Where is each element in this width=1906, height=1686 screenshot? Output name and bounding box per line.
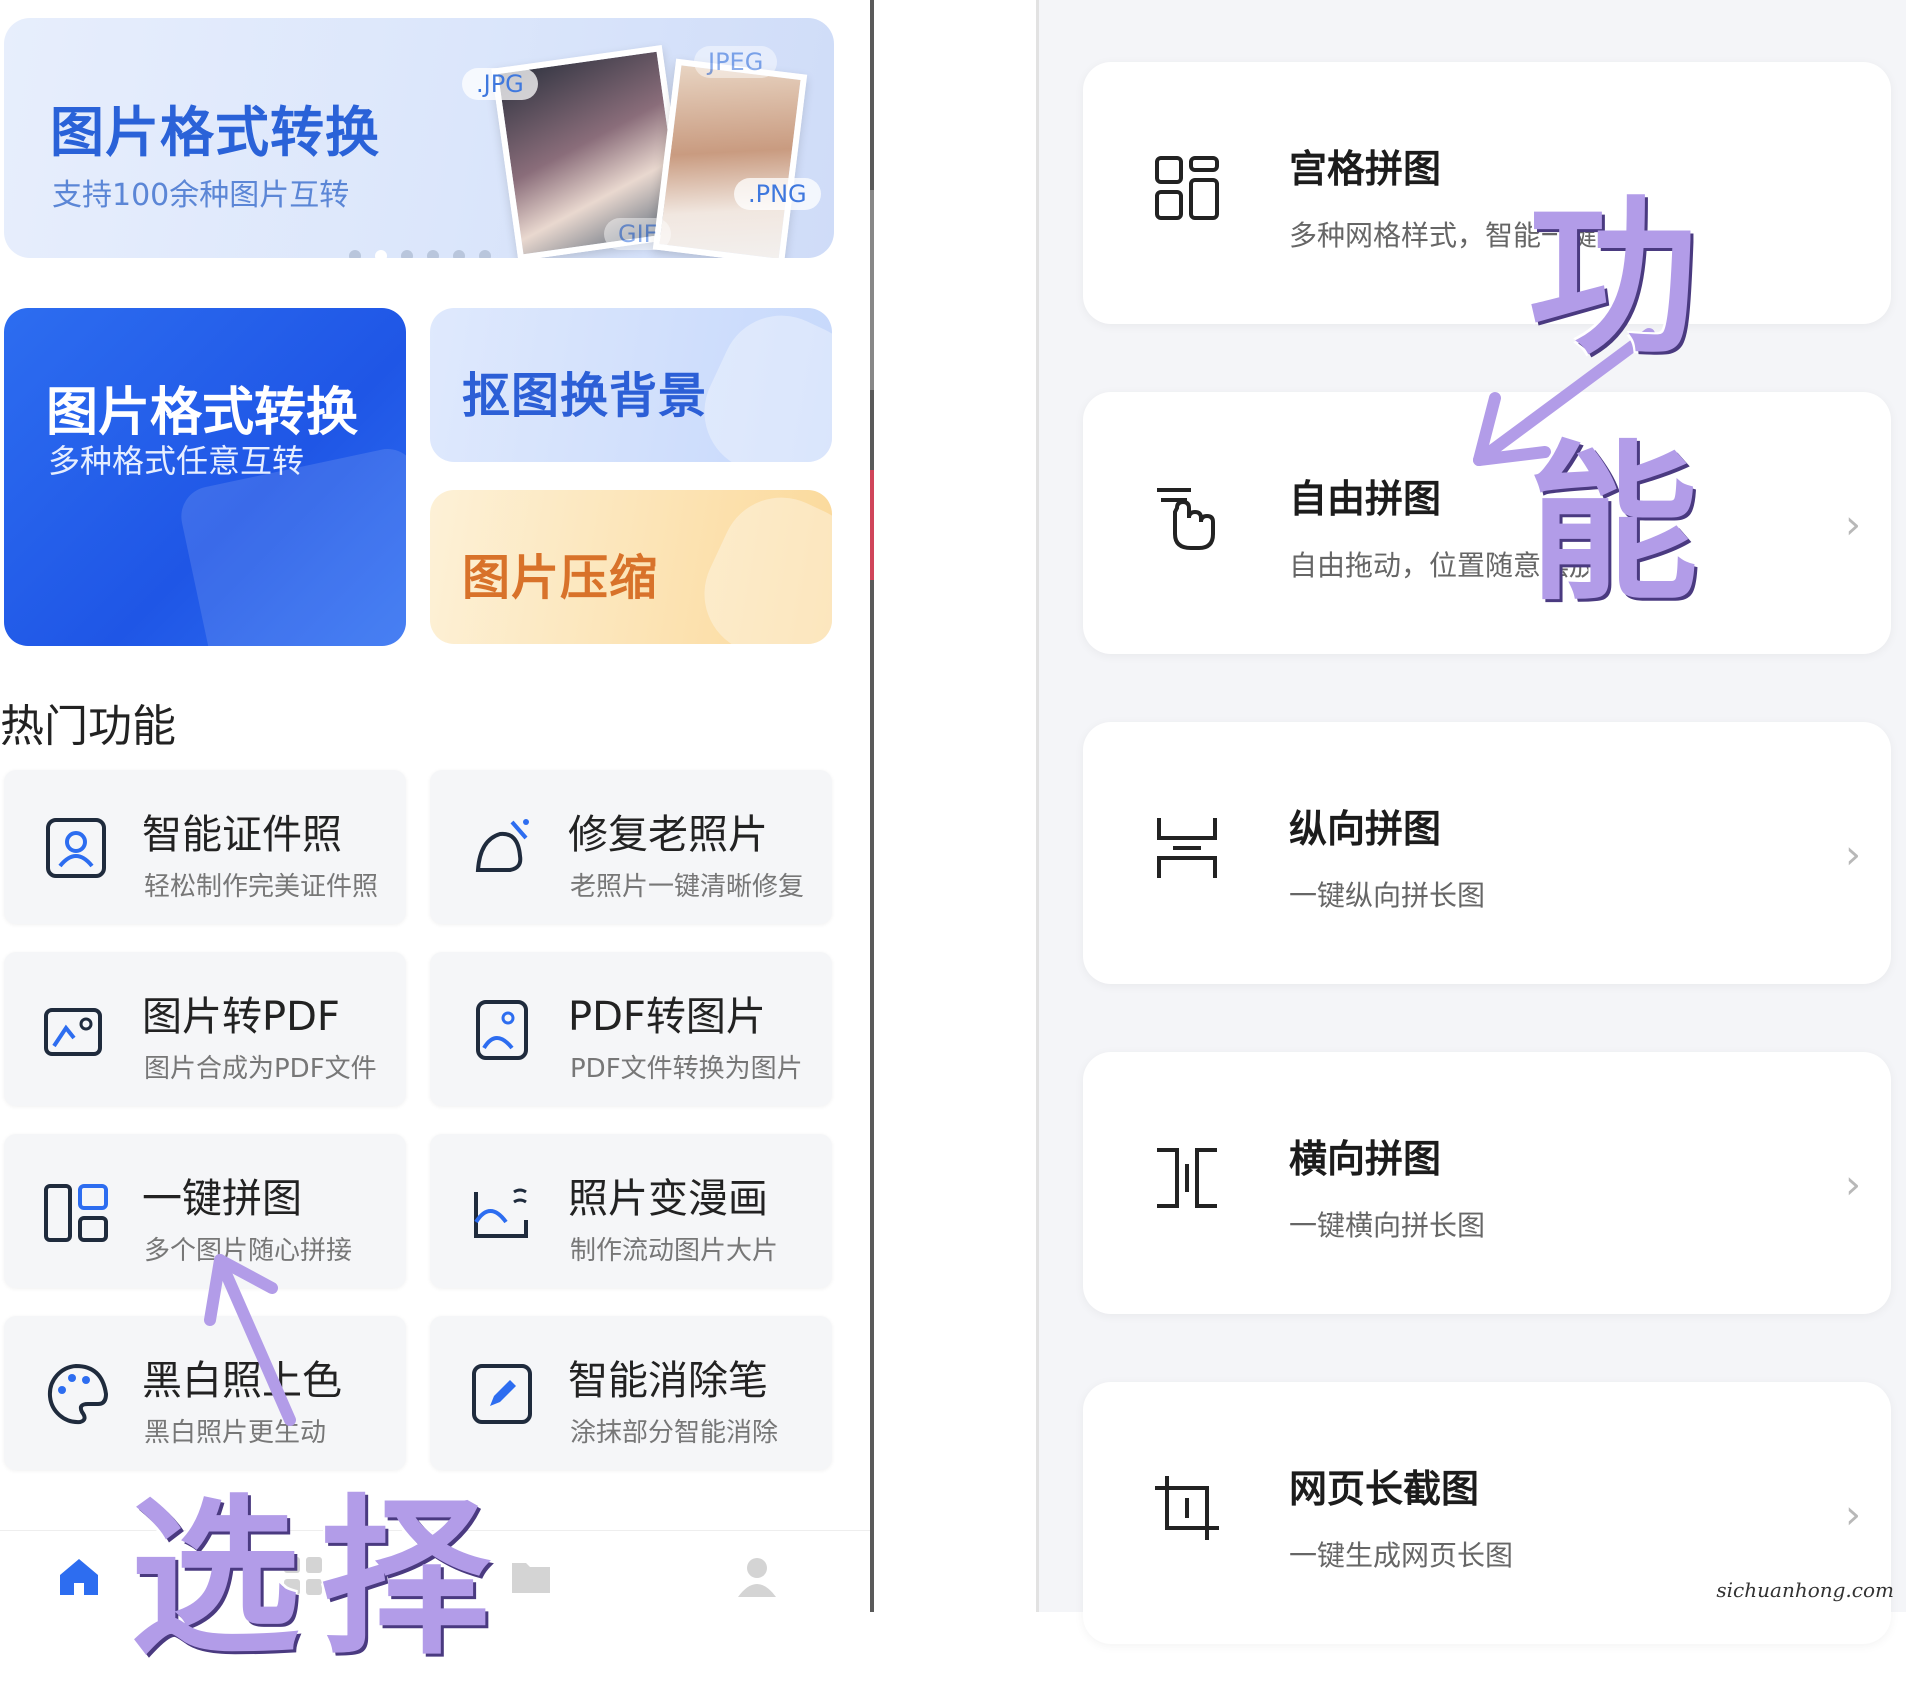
format-convert-subtitle: 多种格式任意互转: [48, 442, 305, 480]
crop-icon: [1155, 1476, 1219, 1540]
carousel-dot-active[interactable]: [375, 250, 387, 258]
banner-photo: [652, 58, 808, 258]
option-title: 宫格拼图: [1289, 147, 1442, 191]
app-home-screen: 图片格式转换 支持100余种图片互转 .JPG JPEG .PNG GIF 图片…: [0, 0, 870, 1678]
feature-title: 照片变漫画: [568, 1176, 768, 1222]
feature-image-to-pdf[interactable]: 图片转PDF 图片合成为PDF文件: [4, 952, 406, 1106]
feature-subtitle: PDF文件转换为图片: [570, 1054, 803, 1084]
option-title: 自由拼图: [1289, 477, 1442, 521]
id-photo-icon: [46, 818, 106, 878]
option-horizontal-collage[interactable]: 横向拼图 一键横向拼长图 ›: [1083, 1052, 1891, 1314]
format-tag: .PNG: [734, 178, 821, 210]
annotation-arrow: [204, 1254, 296, 1426]
carousel-dot[interactable]: [479, 250, 491, 258]
format-tag: JPEG: [694, 46, 778, 78]
grid-collage-icon: [1155, 156, 1219, 220]
option-web-screenshot[interactable]: 网页长截图 一键生成网页长图 ›: [1083, 1382, 1891, 1644]
feature-subtitle: 图片合成为PDF文件: [144, 1054, 377, 1084]
carousel-dot[interactable]: [453, 250, 465, 258]
feature-pdf-to-image[interactable]: PDF转图片 PDF文件转换为图片: [430, 952, 832, 1106]
feature-id-photo[interactable]: 智能证件照 轻松制作完美证件照: [4, 770, 406, 924]
carousel-dot[interactable]: [349, 250, 361, 258]
option-vertical-collage[interactable]: 纵向拼图 一键纵向拼长图 ›: [1083, 722, 1891, 984]
feature-restore-photo[interactable]: 修复老照片 老照片一键清晰修复: [430, 770, 832, 924]
compress-card[interactable]: 图片压缩: [430, 490, 832, 644]
user-icon[interactable]: [734, 1553, 780, 1599]
feature-subtitle: 制作流动图片大片: [570, 1236, 779, 1266]
annotation-label: 选择: [130, 1478, 511, 1678]
feature-title: 修复老照片: [568, 812, 768, 858]
pdf-to-image-icon: [476, 1000, 528, 1060]
feature-subtitle: 轻松制作完美证件照: [144, 872, 379, 902]
palette-icon: [48, 1363, 109, 1425]
home-icon[interactable]: [56, 1553, 102, 1599]
horizontal-stitch-icon: [1157, 1148, 1217, 1208]
chevron-right-icon[interactable]: ›: [1845, 1492, 1861, 1538]
annotation-label: 功能: [1528, 178, 1719, 624]
watermark: sichuanhong.com: [1716, 1578, 1894, 1602]
option-subtitle: 一键生成网页长图: [1289, 1539, 1514, 1572]
collage-icon: [44, 1184, 108, 1242]
feature-title: 图片转PDF: [142, 994, 340, 1040]
magic-bell-icon: [475, 819, 529, 872]
option-title: 网页长截图: [1289, 1467, 1480, 1511]
feature-title: 智能证件照: [142, 812, 342, 858]
banner-title: 图片格式转换: [50, 101, 380, 164]
section-title: 热门功能: [0, 701, 176, 752]
feature-subtitle: 涂抹部分智能消除: [570, 1418, 779, 1448]
card-decoration: [684, 490, 832, 644]
format-convert-card[interactable]: 图片格式转换 多种格式任意互转: [4, 308, 406, 646]
feature-title: PDF转图片: [568, 994, 766, 1040]
cutout-title: 抠图换背景: [462, 368, 708, 424]
chevron-right-icon[interactable]: ›: [1845, 832, 1861, 878]
chevron-right-icon[interactable]: ›: [1845, 1162, 1861, 1208]
promo-banner[interactable]: 图片格式转换 支持100余种图片互转 .JPG JPEG .PNG GIF: [4, 18, 834, 258]
feature-title: 智能消除笔: [568, 1358, 768, 1404]
format-convert-title: 图片格式转换: [46, 383, 359, 443]
format-tag: .JPG: [462, 68, 538, 100]
carousel-dot[interactable]: [401, 250, 413, 258]
compress-title: 图片压缩: [462, 550, 659, 606]
option-title: 横向拼图: [1289, 1137, 1442, 1181]
eraser-pen-icon: [472, 1364, 532, 1424]
carousel-dot[interactable]: [427, 250, 439, 258]
option-subtitle: 一键纵向拼长图: [1289, 879, 1486, 912]
option-title: 纵向拼图: [1289, 807, 1442, 851]
carousel-indicator[interactable]: [349, 250, 491, 258]
folder-icon[interactable]: [508, 1553, 554, 1599]
option-subtitle: 一键横向拼长图: [1289, 1209, 1486, 1242]
anime-icon: [474, 1188, 528, 1238]
feature-anime[interactable]: 照片变漫画 制作流动图片大片: [430, 1134, 832, 1288]
feature-subtitle: 老照片一键清晰修复: [570, 872, 805, 902]
feature-title: 一键拼图: [142, 1176, 302, 1222]
image-to-pdf-icon: [44, 1008, 102, 1056]
format-tag: GIF: [604, 218, 672, 250]
banner-subtitle: 支持100余种图片互转: [52, 178, 350, 213]
pane-gap: [874, 0, 1039, 1612]
hand-drag-icon: [1157, 488, 1215, 550]
vertical-stitch-icon: [1157, 818, 1217, 878]
cutout-background-card[interactable]: 抠图换背景: [430, 308, 832, 462]
